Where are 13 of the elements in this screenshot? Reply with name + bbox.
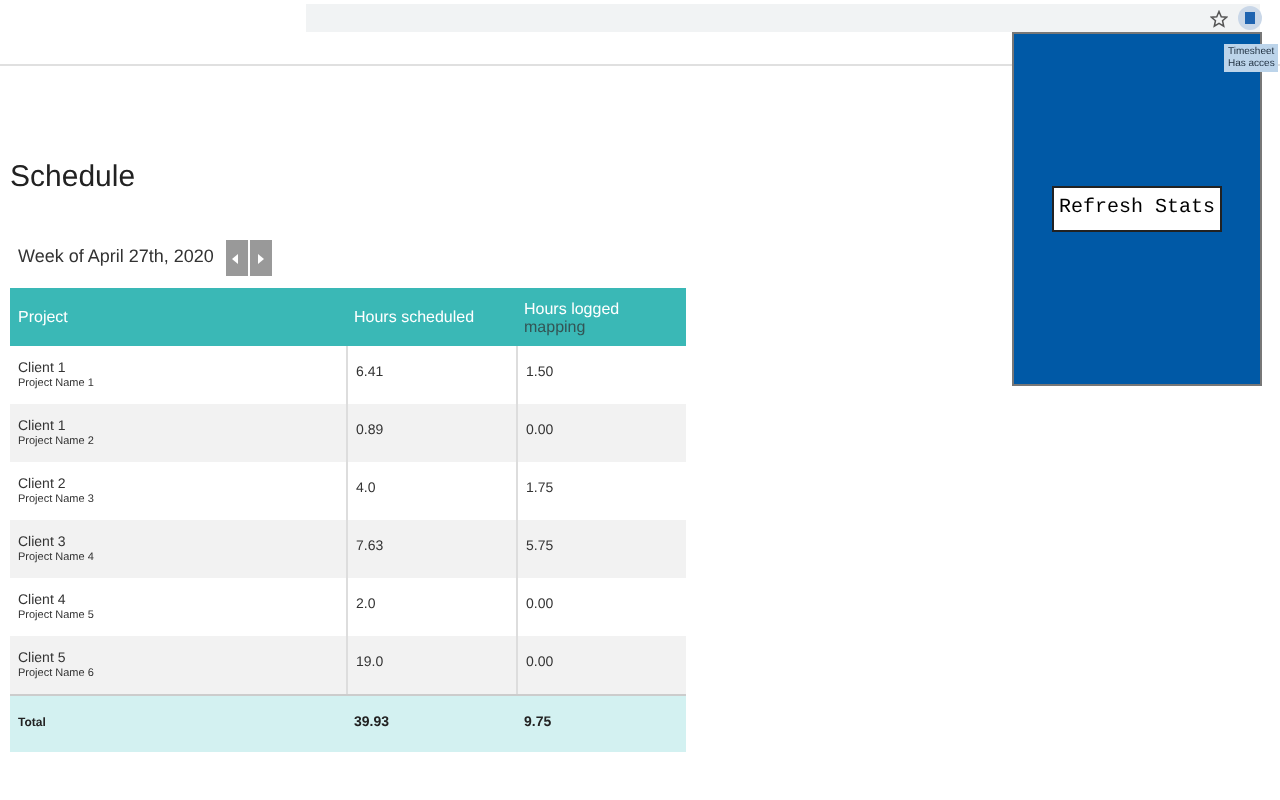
- previous-week-button[interactable]: [225, 240, 248, 276]
- next-week-button[interactable]: [249, 240, 272, 276]
- extension-icon[interactable]: [1238, 6, 1262, 30]
- column-header: Hours scheduled: [354, 308, 477, 326]
- page-title: Schedule: [10, 158, 138, 198]
- column-header: Hours logged: [524, 299, 622, 317]
- caret-right-icon: [256, 253, 265, 263]
- column-header: Project: [18, 308, 70, 326]
- caret-left-icon: [232, 253, 241, 263]
- refresh-stats-button[interactable]: Refresh Stats: [1052, 186, 1221, 232]
- column-subheader: mapping: [524, 317, 587, 335]
- week-label: Week of April 27th, 2020: [18, 244, 214, 271]
- star-icon[interactable]: [1210, 9, 1228, 27]
